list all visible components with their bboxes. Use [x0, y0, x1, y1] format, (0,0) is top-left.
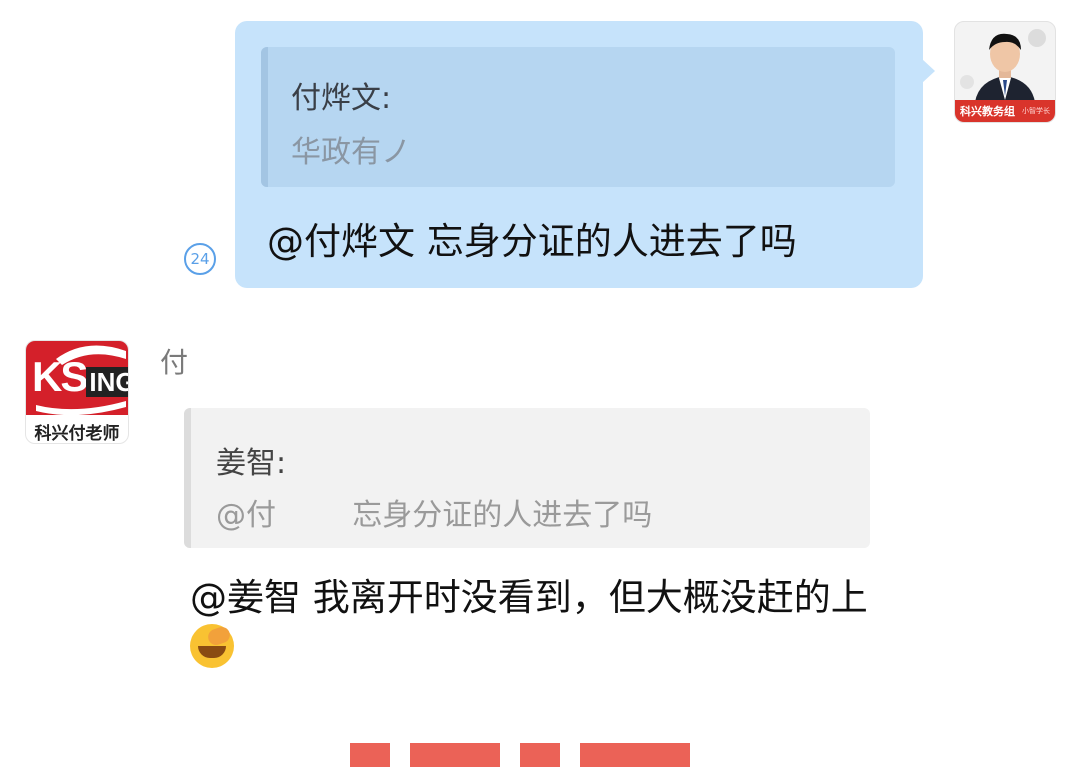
quoted-message[interactable]: 付烨文: 华政有ノ	[261, 47, 895, 187]
quote-text: @付 忘身分证的人进去了吗	[216, 498, 653, 533]
incoming-message[interactable]: @姜智 我离开时没看到，但大概没赶的上	[190, 572, 870, 676]
bubble-tail	[922, 59, 935, 83]
watermark	[350, 700, 710, 784]
read-count-badge[interactable]: 24	[184, 243, 216, 275]
quoted-message[interactable]: 姜智: @付 忘身分证的人进去了吗	[184, 408, 870, 548]
banner-subtext: 小智学长	[1022, 107, 1050, 115]
logo-text: KSING	[32, 353, 128, 401]
watermark-shape	[350, 743, 690, 767]
outgoing-message-bubble[interactable]: 付烨文: 华政有ノ @付烨文 忘身分证的人进去了吗	[235, 21, 935, 288]
banner-text: 科兴教务组	[960, 105, 1015, 118]
my-avatar[interactable]: 科兴教务组 小智学长	[954, 21, 1056, 123]
quote-bar	[184, 408, 191, 548]
ksing-logo: KSING	[26, 341, 128, 415]
avatar-banner: 科兴教务组 小智学长	[955, 100, 1055, 122]
message-text: @付烨文 忘身分证的人进去了吗	[267, 220, 797, 263]
sender-name[interactable]: 付	[160, 341, 188, 381]
quote-bar	[261, 47, 268, 187]
message-text: @姜智 我离开时没看到，但大概没赶的上	[190, 576, 868, 619]
quote-text: 华政有ノ	[291, 135, 411, 170]
face-with-hand-over-mouth-icon	[190, 624, 234, 668]
person-photo-icon	[960, 29, 1046, 102]
avatar-caption: 科兴付老师	[34, 424, 120, 444]
quote-author: 姜智:	[216, 446, 287, 481]
quote-author: 付烨文:	[291, 81, 392, 116]
sender-avatar[interactable]: KSING 科兴付老师	[25, 340, 129, 444]
